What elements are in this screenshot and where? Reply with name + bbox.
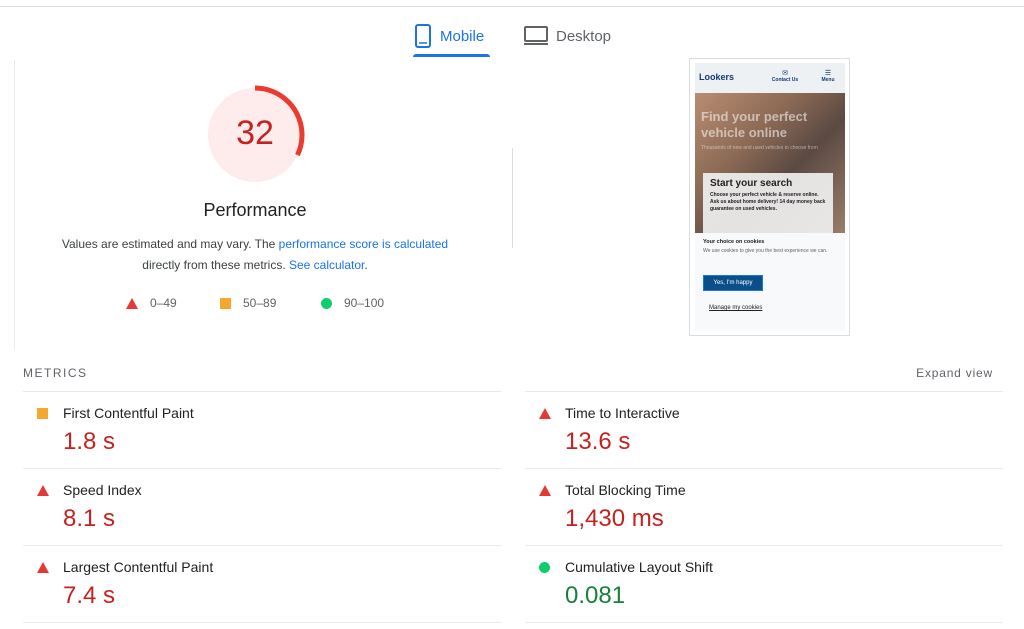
page-screenshot: Lookers ✉ Contact Us ☰ Menu Find your pe… (689, 58, 850, 336)
red-triangle-icon (37, 562, 49, 573)
legend-average: 50–89 (220, 296, 276, 310)
screenshot-header: Lookers ✉ Contact Us ☰ Menu (695, 63, 845, 93)
active-tab-indicator (413, 54, 490, 57)
green-circle-icon (539, 562, 550, 573)
metric-value: 13.6 s (565, 428, 631, 455)
red-triangle-icon (539, 408, 551, 419)
metric-value: 7.4 s (63, 582, 116, 609)
performance-score-link[interactable]: performance score is calculated (279, 237, 448, 251)
screenshot-content: Lookers ✉ Contact Us ☰ Menu Find your pe… (695, 63, 845, 331)
hamburger-icon: ☰ (824, 70, 832, 77)
metric-speed-index: Speed Index 8.1 s (23, 468, 501, 545)
legend-fail-label: 0–49 (150, 296, 177, 310)
legend-pass-label: 90–100 (344, 296, 385, 310)
legend-average-label: 50–89 (243, 296, 277, 310)
orange-square-icon (37, 408, 48, 419)
screenshot-logo: Lookers (699, 72, 735, 82)
note-text-3: . (364, 258, 368, 272)
screenshot-cookie-button: Yes, I'm happy (703, 275, 763, 291)
screenshot-cookie-text: We use cookies to give you the best expe… (703, 248, 828, 254)
metric-name: Total Blocking Time (565, 482, 686, 498)
screenshot-contact-label: Contact Us (771, 77, 799, 83)
metric-value: 1,430 ms (565, 505, 664, 532)
metrics-heading: METRICS (23, 366, 88, 380)
legend-pass: 90–100 (321, 296, 384, 310)
screenshot-hero: Find your perfect vehicle online Thousan… (695, 93, 845, 233)
metric-name: First Contentful Paint (63, 405, 194, 421)
metric-name: Speed Index (63, 482, 142, 498)
orange-square-icon (220, 297, 231, 309)
screenshot-cookie-banner: Your choice on cookies We use cookies to… (695, 233, 845, 331)
note-text-2: directly from these metrics. (142, 258, 289, 272)
score-note: Values are estimated and may vary. The p… (0, 234, 510, 276)
smartphone-icon (415, 24, 431, 48)
metric-first-contentful-paint: First Contentful Paint 1.8 s (23, 391, 501, 468)
expand-view-toggle[interactable]: Expand view (916, 366, 993, 380)
red-triangle-icon (539, 485, 551, 496)
metric-value: 8.1 s (63, 505, 116, 532)
metric-time-to-interactive: Time to Interactive 13.6 s (525, 391, 1003, 468)
metric-value: 0.081 (565, 582, 626, 609)
mail-icon: ✉ (782, 70, 788, 77)
screenshot-search-card: Start your search Choose your perfect ve… (703, 173, 833, 233)
metric-name: Time to Interactive (565, 405, 680, 421)
screenshot-hero-title: Find your perfect vehicle online (701, 109, 808, 140)
screenshot-card-text: Choose your perfect vehicle & reserve on… (710, 192, 826, 212)
performance-score: 32 (236, 114, 274, 152)
panel-divider (512, 148, 513, 248)
see-calculator-link[interactable]: See calculator (289, 258, 364, 272)
metric-name: Cumulative Layout Shift (565, 559, 713, 575)
tab-desktop-label: Desktop (556, 27, 612, 45)
screenshot-hero-sub: Thousands of new and used vehicles to ch… (701, 145, 818, 151)
device-tabs: Mobile Desktop (0, 16, 1024, 60)
metric-cumulative-layout-shift: Cumulative Layout Shift 0.081 (525, 545, 1003, 622)
monitor-icon (524, 26, 548, 45)
note-text-1: Values are estimated and may vary. The (61, 237, 279, 251)
tab-mobile-label: Mobile (440, 27, 485, 45)
score-legend: 0–49 50–89 90–100 (0, 296, 510, 312)
metrics-bottom-divider (525, 622, 1003, 623)
metric-total-blocking-time: Total Blocking Time 1,430 ms (525, 468, 1003, 545)
screenshot-menu-label: Menu (821, 77, 835, 83)
green-circle-icon (321, 297, 332, 309)
screenshot-cookie-link: Manage my cookies (709, 305, 763, 311)
screenshot-cookie-title: Your choice on cookies (703, 239, 765, 245)
performance-title: Performance (203, 200, 307, 220)
screenshot-contact: ✉ Contact Us (767, 69, 803, 83)
tab-desktop[interactable]: Desktop (524, 16, 611, 56)
top-divider (0, 6, 1024, 7)
legend-fail: 0–49 (126, 296, 177, 310)
red-triangle-icon (37, 485, 49, 496)
red-triangle-icon (126, 297, 138, 309)
metrics-bottom-divider (23, 622, 501, 623)
screenshot-menu: ☰ Menu (815, 69, 841, 83)
metric-value: 1.8 s (63, 428, 116, 455)
metric-name: Largest Contentful Paint (63, 559, 214, 575)
screenshot-card-title: Start your search (710, 178, 793, 189)
tab-mobile[interactable]: Mobile (414, 16, 484, 56)
metric-largest-contentful-paint: Largest Contentful Paint 7.4 s (23, 545, 501, 622)
